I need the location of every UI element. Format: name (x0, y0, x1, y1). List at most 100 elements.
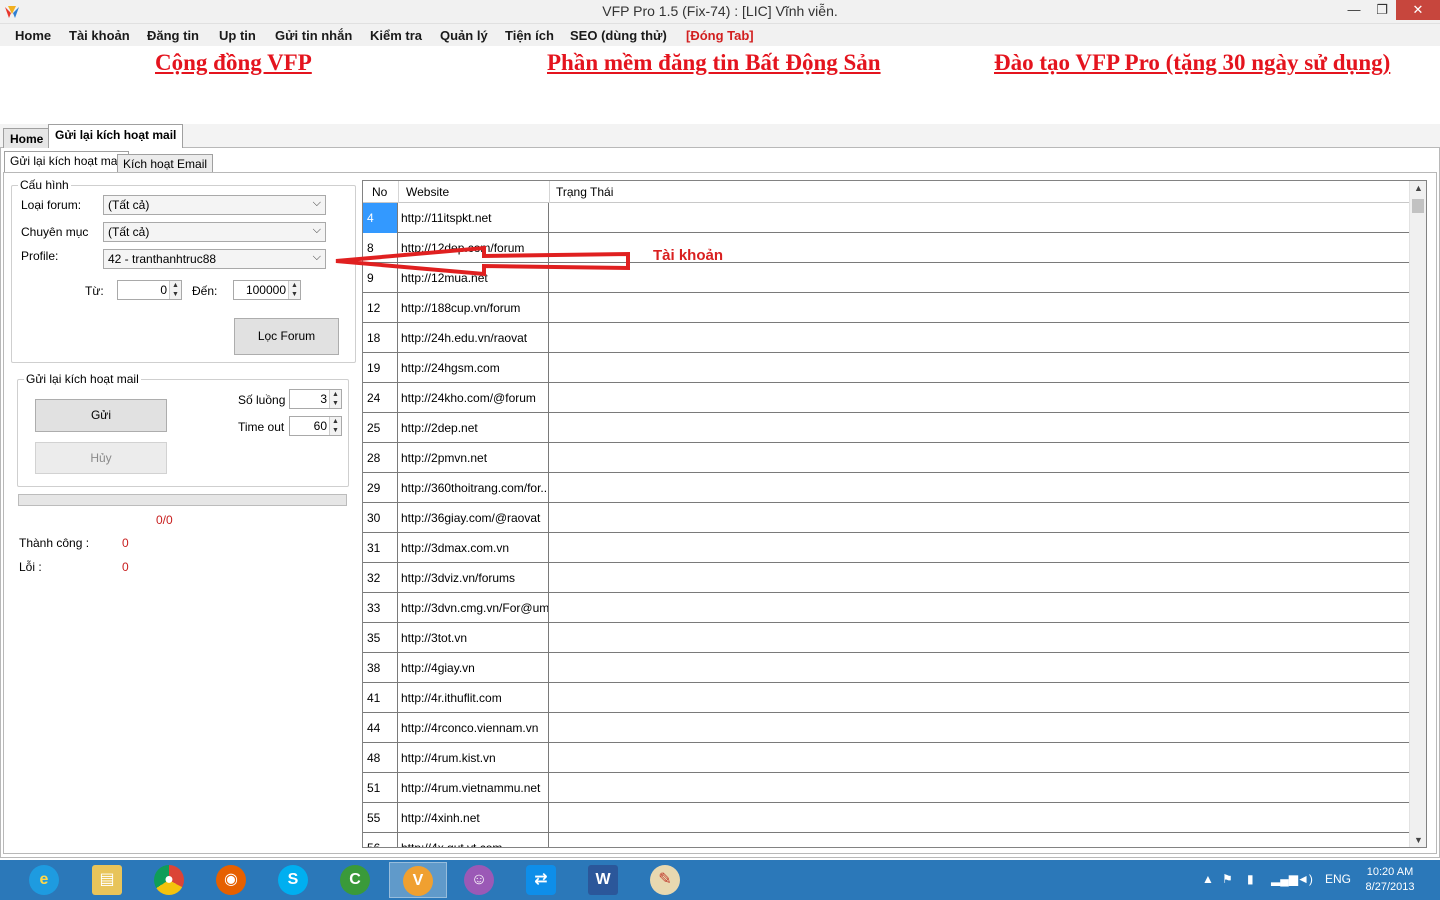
table-row[interactable]: 30 http://36giay.com/@raovat (363, 503, 1410, 533)
table-row[interactable]: 28 http://2pmvn.net (363, 443, 1410, 473)
cell-status[interactable] (549, 203, 1410, 233)
column-header-status[interactable]: Trạng Thái (556, 185, 613, 199)
column-header-no[interactable]: No (372, 185, 387, 199)
cell-website[interactable]: http://24h.edu.vn/raovat (398, 323, 549, 353)
language-indicator[interactable]: ENG (1325, 872, 1351, 886)
restore-button[interactable]: ❐ (1368, 0, 1396, 20)
cell-status[interactable] (549, 383, 1410, 413)
cell-status[interactable] (549, 533, 1410, 563)
scroll-up-icon[interactable]: ▲ (1410, 183, 1426, 193)
cell-status[interactable] (549, 743, 1410, 773)
cell-website[interactable]: http://4rum.vietnammu.net (398, 773, 549, 803)
table-row[interactable]: 35 http://3tot.vn (363, 623, 1410, 653)
flag-icon[interactable]: ⚑ (1222, 872, 1233, 886)
table-row[interactable]: 25 http://2dep.net (363, 413, 1410, 443)
menu-account[interactable]: Tài khoản (69, 28, 130, 43)
cell-website[interactable]: http://3dvn.cmg.vn/For@um (398, 593, 549, 623)
tab-home[interactable]: Home (3, 128, 51, 148)
game-icon[interactable]: ☺ (451, 862, 509, 898)
paint-icon[interactable]: ✎ (637, 862, 695, 898)
subtab-activate-email[interactable]: Kích hoạt Email (117, 154, 214, 173)
cell-website[interactable]: http://3dmax.com.vn (398, 533, 549, 563)
cell-website[interactable]: http://3dviz.vn/forums (398, 563, 549, 593)
vfp-icon[interactable]: V (389, 862, 447, 898)
table-row[interactable]: 4 http://11itspkt.net (363, 203, 1410, 233)
ccleaner-icon[interactable]: C (327, 862, 385, 898)
teamviewer-icon[interactable]: ⇄ (513, 862, 571, 898)
cell-status[interactable] (549, 833, 1410, 847)
cell-website[interactable]: http://4xinh.net (398, 803, 549, 833)
cell-no[interactable]: 51 (363, 773, 398, 803)
clock[interactable]: 10:20 AM 8/27/2013 (1360, 865, 1420, 895)
cell-no[interactable]: 44 (363, 713, 398, 743)
cell-no[interactable]: 48 (363, 743, 398, 773)
forum-grid[interactable]: No Website Trạng Thái 4 http://11itspkt.n… (362, 180, 1427, 848)
scroll-down-icon[interactable]: ▼ (1410, 835, 1426, 845)
cancel-button[interactable]: Hủy (35, 442, 167, 474)
column-header-website[interactable]: Website (406, 185, 449, 199)
table-row[interactable]: 51 http://4rum.vietnammu.net (363, 773, 1410, 803)
firefox-icon[interactable]: ◉ (203, 862, 261, 898)
cell-no[interactable]: 30 (363, 503, 398, 533)
cell-status[interactable] (549, 773, 1410, 803)
menu-post[interactable]: Đăng tin (147, 28, 199, 43)
cell-website[interactable]: http://11itspkt.net (398, 203, 549, 233)
menu-check[interactable]: Kiểm tra (370, 28, 422, 43)
from-stepper[interactable]: 0 ▲ ▼ (117, 280, 182, 300)
table-row[interactable]: 33 http://3dvn.cmg.vn/For@um (363, 593, 1410, 623)
spin-arrows-icon[interactable]: ▲ ▼ (329, 390, 341, 408)
cell-website[interactable]: http://4r.ithuflit.com (398, 683, 549, 713)
table-row[interactable]: 32 http://3dviz.vn/forums (363, 563, 1410, 593)
table-row[interactable]: 12 http://188cup.vn/forum (363, 293, 1410, 323)
category-select[interactable]: (Tất cả) ⌵ (103, 222, 326, 242)
menu-up[interactable]: Up tin (219, 28, 256, 43)
cell-no[interactable]: 29 (363, 473, 398, 503)
cell-no[interactable]: 38 (363, 653, 398, 683)
menu-utilities[interactable]: Tiện ích (505, 28, 554, 43)
chrome-icon[interactable]: ● (141, 862, 199, 898)
cell-no[interactable]: 41 (363, 683, 398, 713)
cell-status[interactable] (549, 503, 1410, 533)
to-stepper[interactable]: 100000 ▲ ▼ (233, 280, 301, 300)
cell-no[interactable]: 4 (363, 203, 398, 233)
table-row[interactable]: 56 http://4x.gut.vt.com (363, 833, 1410, 847)
table-row[interactable]: 19 http://24hgsm.com (363, 353, 1410, 383)
explorer-icon[interactable]: ▤ (79, 862, 137, 898)
table-row[interactable]: 48 http://4rum.kist.vn (363, 743, 1410, 773)
table-row[interactable]: 24 http://24kho.com/@forum (363, 383, 1410, 413)
cell-no[interactable]: 19 (363, 353, 398, 383)
cell-website[interactable]: http://4giay.vn (398, 653, 549, 683)
table-row[interactable]: 41 http://4r.ithuflit.com (363, 683, 1410, 713)
ie-icon[interactable]: e (16, 862, 74, 898)
spin-arrows-icon[interactable]: ▲ ▼ (329, 417, 341, 435)
cell-status[interactable] (549, 683, 1410, 713)
cell-status[interactable] (549, 443, 1410, 473)
profile-select[interactable]: 42 - tranthanhtruc88 ⌵ (103, 249, 326, 269)
table-row[interactable]: 55 http://4xinh.net (363, 803, 1410, 833)
cell-no[interactable]: 35 (363, 623, 398, 653)
cell-status[interactable] (549, 323, 1410, 353)
cell-status[interactable] (549, 293, 1410, 323)
battery-icon[interactable]: ▮ (1247, 872, 1254, 886)
cell-website[interactable]: http://2pmvn.net (398, 443, 549, 473)
cell-website[interactable]: http://24hgsm.com (398, 353, 549, 383)
cell-no[interactable]: 33 (363, 593, 398, 623)
skype-icon[interactable]: S (265, 862, 323, 898)
table-row[interactable]: 18 http://24h.edu.vn/raovat (363, 323, 1410, 353)
cell-status[interactable] (549, 713, 1410, 743)
menu-close-tab[interactable]: [Đóng Tab] (686, 28, 754, 43)
cell-no[interactable]: 55 (363, 803, 398, 833)
cell-website[interactable]: http://188cup.vn/forum (398, 293, 549, 323)
vertical-scrollbar[interactable]: ▲ ▼ (1409, 181, 1426, 847)
spin-arrows-icon[interactable]: ▲ ▼ (288, 281, 300, 299)
cell-no[interactable]: 31 (363, 533, 398, 563)
cell-status[interactable] (549, 353, 1410, 383)
cell-no[interactable]: 18 (363, 323, 398, 353)
close-button[interactable]: ✕ (1396, 0, 1440, 20)
cell-website[interactable]: http://4x.gut.vt.com (398, 833, 549, 847)
send-button[interactable]: Gửi (35, 399, 167, 432)
cell-status[interactable] (549, 593, 1410, 623)
cell-no[interactable]: 32 (363, 563, 398, 593)
training-link[interactable]: Đào tạo VFP Pro (tặng 30 ngày sử dụng) (994, 50, 1390, 76)
cell-no[interactable]: 25 (363, 413, 398, 443)
